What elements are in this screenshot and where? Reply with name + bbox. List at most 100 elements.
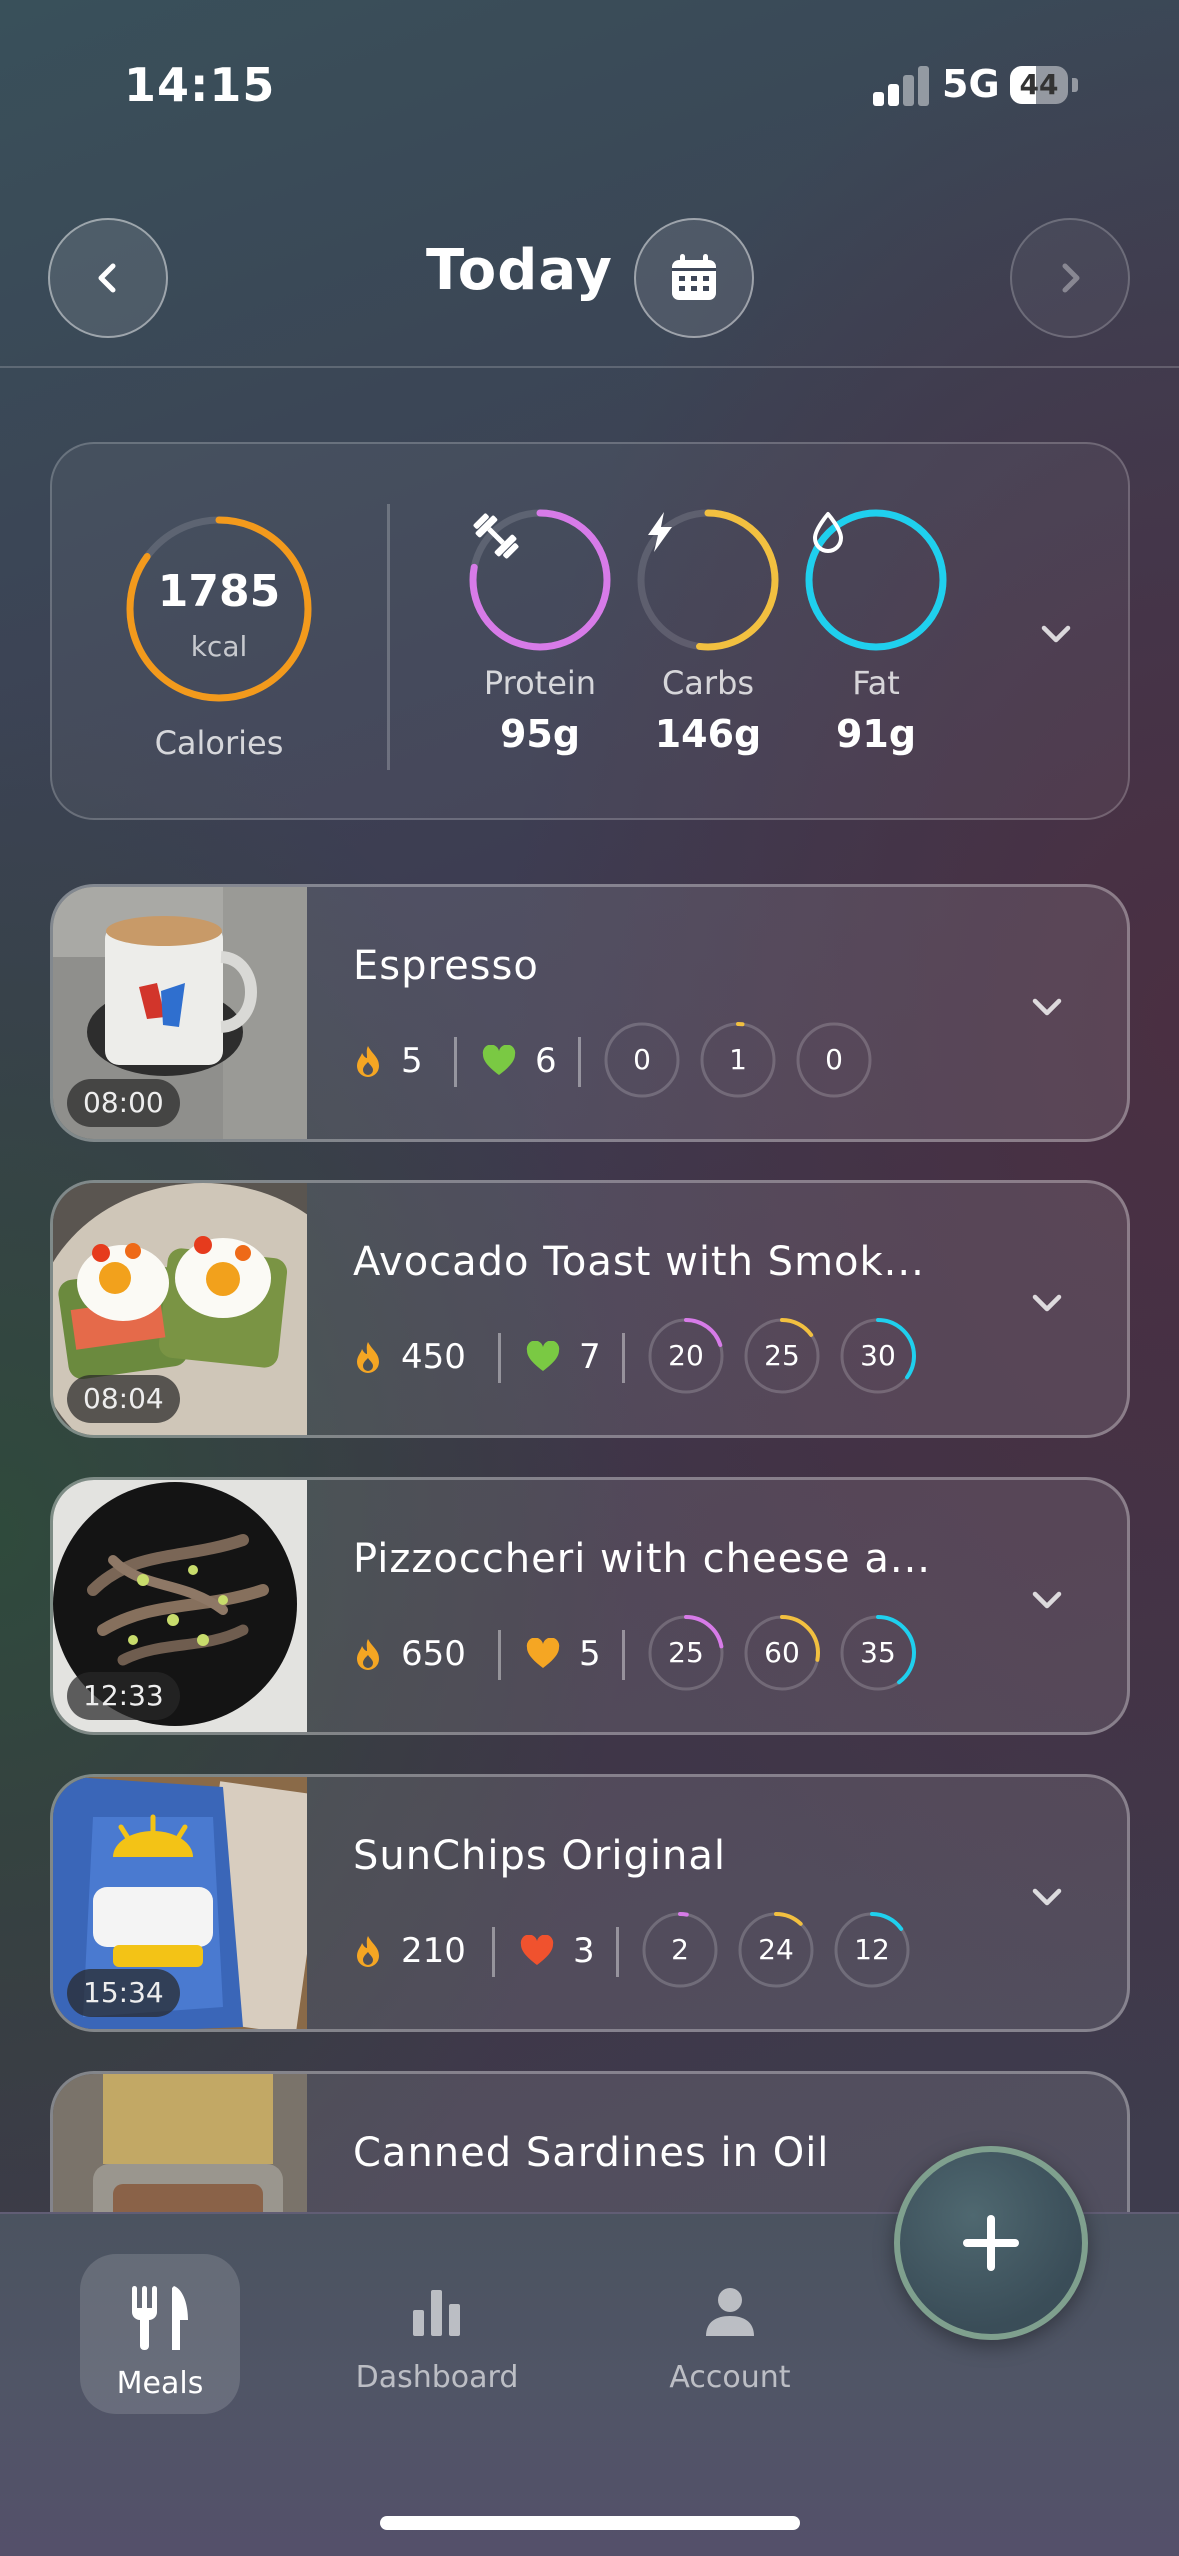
meal-time: 08:00 — [67, 1079, 180, 1127]
carbs-grams: 24 — [758, 1933, 794, 1966]
stat-divider — [492, 1927, 495, 1977]
tab-dashboard[interactable]: Dashboard — [355, 2254, 519, 2414]
heart-icon — [526, 1638, 560, 1668]
droplet-icon — [813, 512, 843, 553]
fat-value: 91g — [835, 712, 917, 756]
meal-card[interactable]: 08:04 Avocado Toast with Smok... 450 7 2… — [50, 1180, 1130, 1438]
chevron-down-icon[interactable] — [1027, 1580, 1067, 1620]
chevron-down-icon[interactable] — [1027, 987, 1067, 1027]
battery-level: 44 — [1019, 68, 1059, 101]
status-time: 14:15 — [124, 58, 276, 112]
health-score: 6 — [481, 1021, 557, 1101]
score-value: 3 — [573, 1931, 595, 1971]
protein-grams: 20 — [668, 1339, 704, 1372]
carbs-grams: 25 — [764, 1339, 800, 1372]
tab-label: Meals — [116, 2366, 204, 2401]
fat-ring — [804, 508, 948, 652]
fat-grams: 0 — [825, 1043, 843, 1076]
protein-grams: 0 — [633, 1043, 651, 1076]
heart-icon — [520, 1935, 554, 1965]
health-score: 3 — [519, 1911, 595, 1991]
meal-time: 08:04 — [67, 1375, 180, 1423]
meal-card[interactable]: 15:34 SunChips Original 210 3 2 24 12 — [50, 1774, 1130, 2032]
protein-mini-ring: 2 — [641, 1911, 719, 1989]
score-value: 7 — [579, 1337, 601, 1377]
flame-icon — [357, 1936, 379, 1967]
meal-card[interactable]: 12:33 Pizzoccheri with cheese a... 650 5… — [50, 1477, 1130, 1735]
date-header: Today — [0, 200, 1179, 368]
chevron-right-icon — [1062, 263, 1080, 293]
stat-divider — [622, 1630, 625, 1680]
fat-grams: 12 — [854, 1933, 890, 1966]
meal-time: 12:33 — [67, 1672, 180, 1720]
stat-divider — [498, 1333, 501, 1383]
nutrition-summary-card[interactable]: 1785 kcal Calories Protein 95g Carbs 146… — [50, 442, 1130, 820]
calories-ring: 1785 kcal — [124, 514, 314, 704]
fat-mini-ring: 12 — [833, 1911, 911, 1989]
protein-mini-ring: 20 — [647, 1317, 725, 1395]
meal-title: Espresso — [353, 943, 539, 989]
fat-grams: 35 — [860, 1636, 896, 1669]
fat-mini-ring: 0 — [795, 1021, 873, 1099]
stat-divider — [622, 1333, 625, 1383]
meal-photo: 08:00 — [53, 887, 307, 1139]
home-indicator — [380, 2516, 800, 2530]
tab-meals[interactable]: Meals — [80, 2254, 240, 2414]
dumbbell-icon — [473, 513, 519, 559]
protein-mini-ring: 0 — [603, 1021, 681, 1099]
calendar-icon — [672, 254, 716, 300]
bar-chart-icon — [413, 2290, 460, 2336]
protein-value: 95g — [499, 712, 581, 756]
chevron-down-icon[interactable] — [1036, 614, 1076, 654]
chevron-down-icon[interactable] — [1027, 1877, 1067, 1917]
meal-title: Canned Sardines in Oil — [353, 2130, 830, 2176]
plus-icon — [963, 2215, 1019, 2271]
tab-account[interactable]: Account — [650, 2254, 810, 2414]
health-score: 7 — [525, 1317, 601, 1397]
person-icon — [706, 2288, 754, 2336]
page-title: Today — [426, 238, 613, 303]
battery-tip — [1072, 78, 1078, 92]
meal-photo: 15:34 — [53, 1777, 307, 2029]
protein-label: Protein — [483, 664, 597, 702]
calories-value: 450 — [401, 1337, 466, 1377]
carbs-mini-ring: 24 — [737, 1911, 815, 1989]
status-bar: 14:15 5G 44 — [0, 0, 1179, 160]
heart-icon — [482, 1045, 516, 1075]
next-day-button[interactable] — [1010, 218, 1130, 338]
battery-icon: 44 — [1010, 66, 1068, 104]
previous-day-button[interactable] — [48, 218, 168, 338]
carbs-mini-ring: 1 — [699, 1021, 777, 1099]
tab-label: Account — [669, 2360, 791, 2395]
tab-label: Dashboard — [355, 2360, 519, 2395]
meal-photo: 08:04 — [53, 1183, 307, 1435]
lightning-icon — [648, 512, 672, 552]
meal-photo: 12:33 — [53, 1480, 307, 1732]
chevron-down-icon[interactable] — [1027, 1283, 1067, 1323]
calories-unit: kcal — [190, 630, 248, 663]
flame-icon — [357, 1639, 379, 1670]
health-score: 5 — [525, 1614, 601, 1694]
calendar-button[interactable] — [634, 218, 754, 338]
add-meal-button[interactable] — [894, 2146, 1088, 2340]
signal-icon — [873, 66, 929, 106]
fat-mini-ring: 30 — [839, 1317, 917, 1395]
carbs-grams: 1 — [729, 1043, 747, 1076]
network-label: 5G — [942, 62, 1000, 106]
chevron-left-icon — [98, 263, 116, 293]
calories-value: 5 — [401, 1041, 423, 1081]
heart-icon — [526, 1341, 560, 1371]
meal-title: SunChips Original — [353, 1833, 726, 1879]
calories-stat: 210 — [353, 1911, 466, 1991]
carbs-grams: 60 — [764, 1636, 800, 1669]
score-value: 6 — [535, 1041, 557, 1081]
score-value: 5 — [579, 1634, 601, 1674]
fork-knife-icon — [132, 2286, 188, 2350]
meal-card[interactable]: 08:00 Espresso 5 6 0 1 0 — [50, 884, 1130, 1142]
summary-divider — [387, 504, 390, 770]
protein-mini-ring: 25 — [647, 1614, 725, 1692]
stat-divider — [616, 1927, 619, 1977]
flame-icon — [357, 1342, 379, 1373]
fat-label: Fat — [852, 664, 900, 702]
carbs-label: Carbs — [661, 664, 755, 702]
